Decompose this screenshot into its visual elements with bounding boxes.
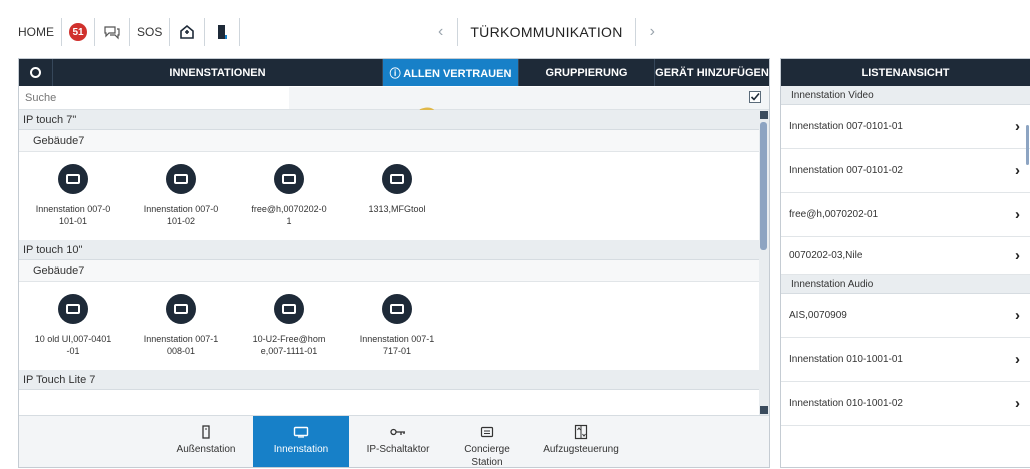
top-bar-left: HOME 51 SOS bbox=[18, 18, 241, 46]
select-all-checkbox[interactable] bbox=[749, 91, 761, 103]
device-row: 10 old UI,007-0401 -01 Innenstation 007-1… bbox=[19, 282, 759, 370]
device-row: Innenstation 007-0 101-01 Innenstation 00… bbox=[19, 152, 759, 240]
indoor-station-icon bbox=[58, 294, 88, 324]
list-view-title: LISTENANSICHT bbox=[781, 59, 1030, 86]
list-item[interactable]: 0070202-03,Nile › bbox=[781, 237, 1030, 275]
indoor-station-icon bbox=[382, 164, 412, 194]
nav-ip-schaltaktor[interactable]: IP-Schaltaktor bbox=[353, 416, 443, 467]
list-item[interactable]: AIS,0070909 › bbox=[781, 294, 1030, 338]
tab-allen-vertrauen[interactable]: ⓘ ALLEN VERTRAUEN bbox=[383, 59, 519, 86]
chevron-right-icon: › bbox=[1015, 206, 1020, 223]
indoor-station-icon bbox=[166, 294, 196, 324]
device-label: 1313,MFGtool bbox=[368, 204, 426, 214]
concierge-icon bbox=[480, 424, 494, 440]
device-label: Innenstation 007-0 101-01 bbox=[35, 204, 111, 226]
home-label: HOME bbox=[18, 25, 54, 39]
chevron-right-icon: › bbox=[1015, 395, 1020, 412]
list-scroll-indicator[interactable] bbox=[1026, 125, 1029, 165]
device-item[interactable]: 10-U2-Free@hom e,007-1111-01 bbox=[235, 294, 343, 370]
prev-page-arrow[interactable]: ‹ bbox=[424, 23, 457, 41]
key-icon bbox=[390, 424, 406, 440]
notification-button[interactable]: 51 bbox=[62, 18, 95, 46]
list-view-panel: LISTENANSICHT Innenstation Video Innenst… bbox=[780, 58, 1030, 468]
device-item[interactable]: Innenstation 007-1 717-01 bbox=[343, 294, 451, 370]
device-item[interactable]: 1313,MFGtool bbox=[343, 164, 451, 240]
list-section-header: Innenstation Video bbox=[781, 86, 1030, 105]
indoor-station-icon bbox=[58, 164, 88, 194]
nav-aufzugsteuerung[interactable]: Aufzugsteuerung bbox=[531, 416, 631, 467]
scroll-thumb[interactable] bbox=[760, 122, 767, 250]
chat-icon bbox=[102, 22, 122, 42]
group-header[interactable]: IP touch 10" bbox=[19, 240, 759, 260]
group-header[interactable]: IP touch 7" bbox=[19, 110, 759, 130]
door-phone-icon bbox=[212, 22, 232, 42]
scroll-down-icon[interactable] bbox=[760, 406, 768, 414]
indoor-station-icon bbox=[382, 294, 412, 324]
list-item[interactable]: free@h,0070202-01 › bbox=[781, 193, 1030, 237]
top-bar: HOME 51 SOS ‹ TÜRKOMMUNIKATION › bbox=[0, 0, 1030, 58]
device-list: IP touch 7" Gebäude7 Innenstation 007-0 1… bbox=[19, 110, 759, 415]
indoor-station-icon bbox=[293, 424, 309, 440]
tab-innenstationen[interactable]: INNENSTATIONEN bbox=[53, 59, 383, 86]
title-navigation: ‹ TÜRKOMMUNIKATION › bbox=[424, 18, 669, 46]
sos-button[interactable]: SOS bbox=[130, 18, 171, 46]
list-item[interactable]: Innenstation 007-0101-01 › bbox=[781, 105, 1030, 149]
device-label: 10 old UI,007-0401 -01 bbox=[34, 334, 112, 356]
list-item[interactable]: Innenstation 007-0101-02 › bbox=[781, 149, 1030, 193]
device-label: Innenstation 007-1 717-01 bbox=[359, 334, 435, 356]
page-title: TÜRKOMMUNIKATION bbox=[457, 18, 636, 46]
notification-badge: 51 bbox=[69, 23, 87, 41]
indoor-station-icon bbox=[274, 164, 304, 194]
device-item[interactable]: Innenstation 007-0 101-01 bbox=[19, 164, 127, 240]
chevron-right-icon: › bbox=[1015, 307, 1020, 324]
tab-bar: INNENSTATIONEN ⓘ ALLEN VERTRAUEN GRUPPIE… bbox=[19, 59, 769, 86]
device-label: Innenstation 007-0 101-02 bbox=[143, 204, 219, 226]
nav-aussenstation[interactable]: Außenstation bbox=[159, 416, 253, 467]
indoor-station-icon bbox=[166, 164, 196, 194]
building-header[interactable]: Gebäude7 bbox=[19, 260, 759, 282]
device-item[interactable]: free@h,0070202-0 1 bbox=[235, 164, 343, 240]
search-filler bbox=[289, 86, 769, 109]
outdoor-station-icon bbox=[201, 424, 211, 440]
device-item[interactable]: 10 old UI,007-0401 -01 bbox=[19, 294, 127, 370]
next-page-arrow[interactable]: › bbox=[636, 23, 669, 41]
main-panel: INNENSTATIONEN ⓘ ALLEN VERTRAUEN GRUPPIE… bbox=[18, 58, 770, 468]
device-label: Innenstation 007-1 008-01 bbox=[143, 334, 219, 356]
device-list-scrollbar[interactable] bbox=[759, 110, 769, 415]
chevron-right-icon: › bbox=[1015, 162, 1020, 179]
tab-geraet-hinzufuegen[interactable]: GERÄT HINZUFÜGEN bbox=[655, 59, 769, 86]
door-phone-button[interactable] bbox=[205, 18, 241, 46]
chevron-right-icon: › bbox=[1015, 118, 1020, 135]
chat-button[interactable] bbox=[95, 18, 130, 46]
elevator-icon bbox=[574, 424, 588, 440]
sos-label: SOS bbox=[137, 25, 163, 39]
device-type-bar: Außenstation Innenstation IP-Schaltaktor… bbox=[19, 415, 769, 467]
building-header[interactable]: Gebäude7 bbox=[19, 130, 759, 152]
nav-innenstation[interactable]: Innenstation bbox=[253, 416, 349, 467]
list-item[interactable]: Innenstation 010-1001-01 › bbox=[781, 338, 1030, 382]
search-row: 2 bbox=[19, 86, 769, 141]
home-button[interactable]: HOME bbox=[18, 18, 62, 46]
home-security-button[interactable] bbox=[170, 18, 206, 46]
select-all-toggle[interactable] bbox=[19, 59, 53, 86]
circle-icon bbox=[30, 67, 41, 78]
chevron-right-icon: › bbox=[1015, 247, 1020, 264]
list-section-header: Innenstation Audio bbox=[781, 275, 1030, 294]
device-item[interactable]: Innenstation 007-0 101-02 bbox=[127, 164, 235, 240]
device-item[interactable]: Innenstation 007-1 008-01 bbox=[127, 294, 235, 370]
nav-concierge-station[interactable]: Concierge Station bbox=[447, 416, 527, 467]
check-icon bbox=[750, 92, 760, 101]
group-header[interactable]: IP Touch Lite 7 bbox=[19, 370, 759, 390]
scroll-up-icon[interactable] bbox=[760, 111, 768, 119]
device-label: free@h,0070202-0 1 bbox=[251, 204, 327, 226]
search-input[interactable] bbox=[19, 86, 289, 109]
list-item[interactable]: Innenstation 010-1001-02 › bbox=[781, 382, 1030, 426]
chevron-right-icon: › bbox=[1015, 351, 1020, 368]
indoor-station-icon bbox=[274, 294, 304, 324]
device-label: 10-U2-Free@hom e,007-1111-01 bbox=[252, 334, 326, 356]
home-shield-icon bbox=[177, 22, 197, 42]
tab-gruppierung[interactable]: GRUPPIERUNG bbox=[519, 59, 655, 86]
